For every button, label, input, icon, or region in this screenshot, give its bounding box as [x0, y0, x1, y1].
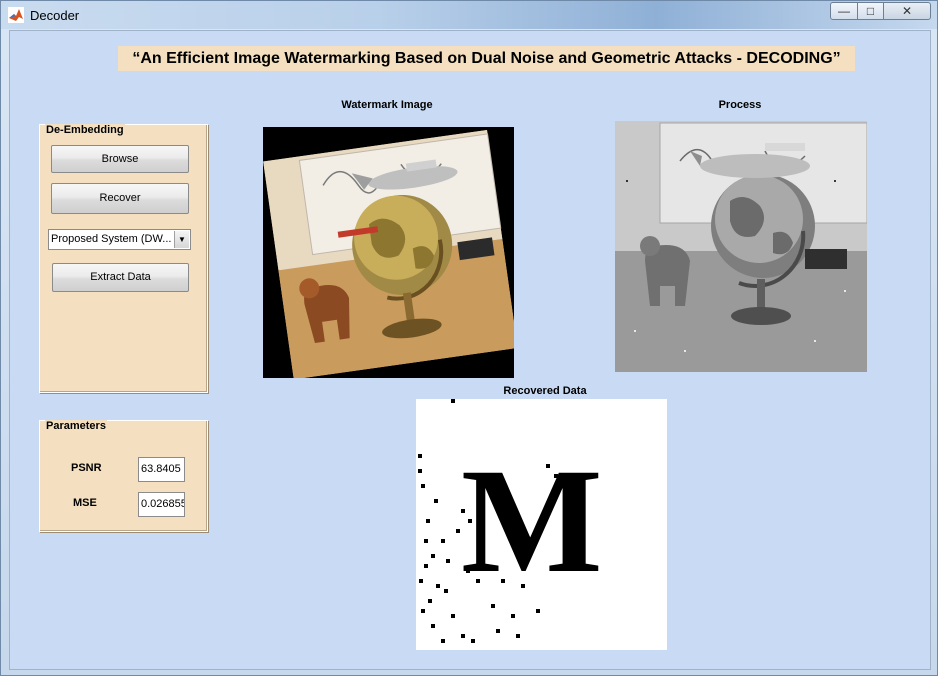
figure-area: “An Efficient Image Watermarking Based o… [9, 30, 931, 670]
minimize-icon: — [838, 4, 850, 18]
de-embedding-panel: De-Embedding Browse Recover Proposed Sys… [39, 124, 208, 393]
watermark-photo [263, 130, 514, 378]
recovered-watermark: M [418, 399, 603, 643]
mse-label: MSE [73, 497, 97, 509]
de-embedding-title: De-Embedding [45, 124, 125, 136]
close-button[interactable]: ✕ [883, 2, 931, 20]
recovered-letter: M [461, 438, 603, 604]
watermark-image-caption: Watermark Image [341, 99, 433, 111]
method-select[interactable]: Proposed System (DW... ▼ [48, 229, 191, 250]
maximize-button[interactable]: □ [857, 2, 884, 20]
close-icon: ✕ [901, 4, 913, 18]
psnr-field[interactable]: 63.8405 [138, 457, 185, 482]
recovered-data-image: M [416, 399, 667, 650]
watermark-image [263, 127, 514, 378]
recover-button[interactable]: Recover [51, 183, 189, 214]
window-title: Decoder [30, 8, 80, 23]
extract-data-button[interactable]: Extract Data [52, 263, 189, 292]
matlab-icon [8, 7, 24, 23]
process-caption: Process [718, 99, 762, 111]
parameters-panel: Parameters PSNR 63.8405 MSE 0.026855 [39, 420, 208, 532]
chevron-down-icon[interactable]: ▼ [174, 231, 189, 248]
method-select-value: Proposed System (DW... [51, 233, 172, 245]
mse-field[interactable]: 0.026855 [138, 492, 185, 517]
title-bar[interactable]: Decoder — □ ✕ [1, 1, 937, 29]
parameters-title: Parameters [45, 420, 107, 432]
decoder-window: Decoder — □ ✕ “An Efficient Image Waterm… [0, 0, 938, 676]
recovered-data-caption: Recovered Data [503, 385, 587, 397]
process-image [615, 121, 867, 372]
page-title: “An Efficient Image Watermarking Based o… [118, 46, 855, 71]
process-photo [615, 121, 867, 372]
minimize-button[interactable]: — [830, 2, 858, 20]
psnr-label: PSNR [71, 462, 102, 474]
browse-button[interactable]: Browse [51, 145, 189, 173]
maximize-icon: □ [866, 4, 875, 18]
